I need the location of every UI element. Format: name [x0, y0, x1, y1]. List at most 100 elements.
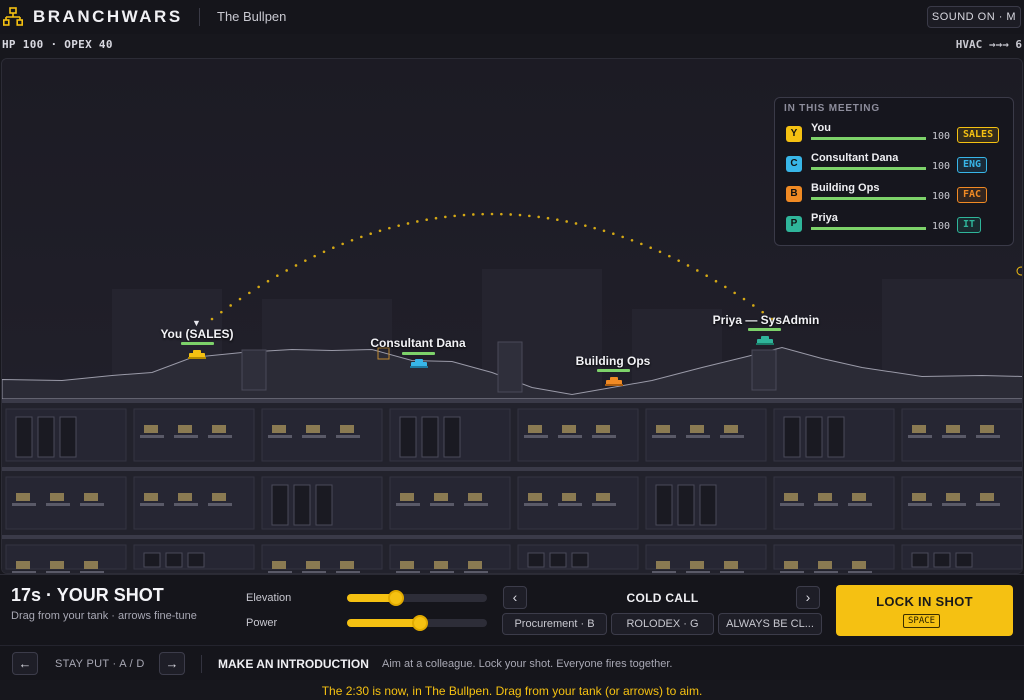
- desk: [174, 435, 198, 438]
- monitor: [596, 493, 610, 501]
- monitor: [16, 561, 30, 569]
- app-title: BRANCHWARS: [33, 7, 183, 26]
- desk: [908, 503, 932, 506]
- trajectory-dot: [649, 246, 652, 250]
- roster-row: C Consultant Dana 100 ENG: [783, 152, 1009, 178]
- server-rack: [955, 552, 973, 568]
- monitor: [784, 561, 798, 569]
- roster-name: Priya: [811, 212, 838, 224]
- trajectory-dot: [266, 279, 270, 283]
- desk: [174, 503, 198, 506]
- lock-in-shot-key: SPACE: [903, 614, 941, 628]
- trajectory-dot: [509, 213, 512, 216]
- server-rack: [187, 552, 205, 568]
- objective-text: Aim at a colleague. Lock your shot. Ever…: [382, 658, 673, 670]
- trajectory-dot: [630, 238, 634, 242]
- roster-hp-bar: [811, 197, 926, 200]
- monitor: [724, 425, 738, 433]
- monitor: [16, 493, 30, 501]
- move-right-button[interactable]: →: [159, 652, 185, 675]
- desk: [336, 435, 360, 438]
- desk: [396, 503, 420, 506]
- monitor: [468, 561, 482, 569]
- trajectory-dot: [462, 213, 466, 217]
- roster-hp-bar: [811, 137, 926, 140]
- monitor: [178, 493, 192, 501]
- roster-title: IN THIS MEETING: [784, 103, 880, 114]
- server-rack: [783, 416, 801, 458]
- game-stage[interactable]: ▼ You (SALES) Consultant Dana Building O…: [1, 58, 1023, 574]
- desk: [140, 503, 164, 506]
- title-divider: [199, 8, 200, 26]
- move-left-button[interactable]: ←: [12, 652, 38, 675]
- desk: [430, 503, 454, 506]
- trajectory-dot: [210, 317, 214, 321]
- weapon-option-always-be-closing[interactable]: ALWAYS BE CL...: [718, 613, 822, 635]
- tank-dana[interactable]: [410, 358, 428, 368]
- lock-in-shot-button[interactable]: LOCK IN SHOT SPACE: [836, 585, 1013, 636]
- weapon-option-rolodex[interactable]: ROLODEX · G: [611, 613, 714, 635]
- roster-team-badge: ENG: [957, 157, 988, 173]
- trajectory-dot: [388, 226, 391, 230]
- prev-weapon-button[interactable]: ‹: [503, 586, 527, 609]
- desk: [942, 435, 966, 438]
- tank-building-ops[interactable]: [605, 376, 623, 386]
- monitor: [468, 493, 482, 501]
- server-rack: [59, 416, 77, 458]
- trajectory-dot: [350, 238, 354, 242]
- monitor: [690, 425, 704, 433]
- desk: [268, 435, 292, 438]
- trajectory-dot: [378, 229, 382, 233]
- monitor: [562, 493, 576, 501]
- trajectory-dot: [425, 218, 428, 222]
- sound-toggle-button[interactable]: SOUND ON · M: [927, 6, 1021, 28]
- monitor: [528, 493, 542, 501]
- trajectory-dot: [369, 232, 372, 236]
- trajectory-dot: [686, 264, 690, 267]
- tank-priya[interactable]: [756, 335, 774, 345]
- tank-label-priya: Priya — SysAdmin: [712, 313, 820, 327]
- trajectory-dot: [238, 297, 242, 301]
- trajectory-dot: [313, 254, 316, 258]
- elevation-thumb[interactable]: [388, 590, 404, 606]
- trajectory-dot: [528, 214, 531, 218]
- trajectory-dot: [593, 226, 596, 230]
- desk: [558, 503, 582, 506]
- trajectory-dot: [500, 212, 503, 216]
- trajectory-dot: [416, 220, 419, 223]
- server-rack: [399, 416, 417, 458]
- power-thumb[interactable]: [411, 615, 428, 631]
- roster-hp: 100: [932, 191, 951, 202]
- server-rack: [293, 484, 311, 526]
- roster-avatar: P: [786, 216, 802, 232]
- tank-you[interactable]: [188, 349, 206, 359]
- monitor: [400, 493, 414, 501]
- monitor: [306, 561, 320, 569]
- weapon-option-procurement[interactable]: Procurement · B: [502, 613, 607, 635]
- trajectory-dot: [668, 254, 671, 258]
- power-slider[interactable]: [347, 615, 487, 631]
- monitor: [272, 425, 286, 433]
- monitor: [690, 561, 704, 569]
- server-rack: [527, 552, 545, 568]
- monitor: [946, 493, 960, 501]
- desk: [208, 503, 232, 506]
- monitor: [272, 561, 286, 569]
- trajectory-dot: [304, 259, 307, 262]
- elevation-slider[interactable]: [347, 590, 487, 606]
- trajectory-dot: [248, 291, 251, 295]
- desk: [592, 435, 616, 438]
- tank-hp-bar-dana: [402, 352, 435, 355]
- server-rack: [677, 484, 695, 526]
- desk: [942, 503, 966, 506]
- desk: [908, 435, 932, 438]
- roster-team-badge: IT: [957, 217, 982, 233]
- roster-avatar: Y: [786, 126, 802, 142]
- trajectory-dot: [696, 269, 699, 272]
- trajectory-dot: [724, 285, 727, 289]
- next-weapon-button[interactable]: ›: [796, 586, 820, 609]
- monitor: [434, 493, 448, 501]
- trajectory-dot: [481, 212, 484, 216]
- trajectory-dot: [714, 279, 718, 283]
- desk: [140, 435, 164, 438]
